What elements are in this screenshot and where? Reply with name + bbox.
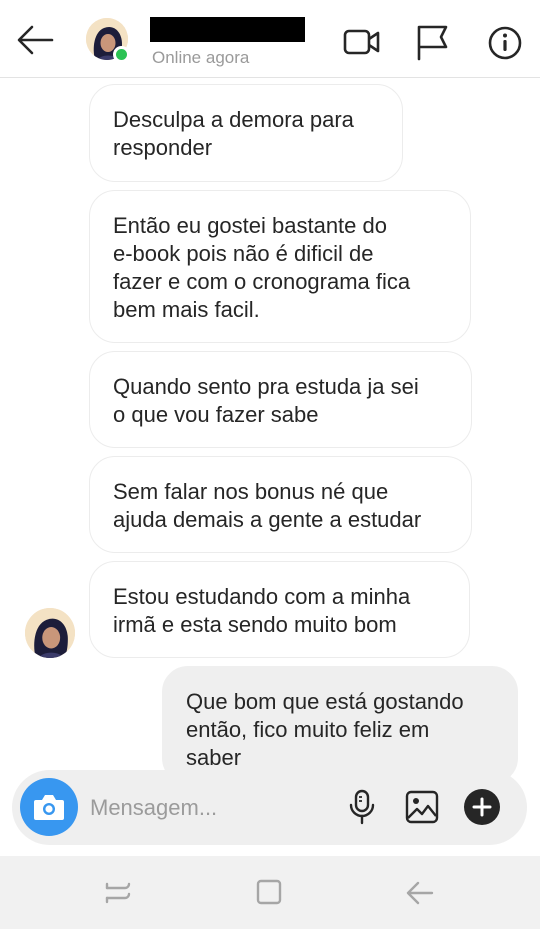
online-status-dot — [113, 46, 130, 63]
message-bubble-incoming[interactable]: Sem falar nos bonus né que ajuda demais … — [89, 456, 472, 553]
plus-circle-icon — [464, 789, 500, 825]
message-bubble-incoming[interactable]: Então eu gostei bastante do e-book pois … — [89, 190, 471, 343]
message-composer — [12, 770, 527, 845]
home-square-icon — [256, 879, 282, 905]
system-navigation-bar — [0, 856, 540, 929]
flag-icon — [417, 25, 448, 61]
sender-avatar[interactable] — [25, 608, 75, 658]
recents-button[interactable] — [101, 878, 135, 908]
message-bubble-incoming[interactable]: Quando sento pra estuda ja sei o que vou… — [89, 351, 472, 448]
voice-message-button[interactable] — [343, 788, 381, 826]
video-camera-icon — [343, 29, 380, 55]
back-arrow-icon — [406, 881, 434, 905]
video-call-button[interactable] — [342, 22, 382, 62]
more-options-button[interactable] — [463, 788, 501, 826]
message-text: Sem falar nos bonus né que ajuda demais … — [113, 479, 422, 532]
message-bubble-incoming[interactable]: Desculpa a demora para responder — [89, 84, 403, 182]
message-text: Que bom que está gostando então, fico mu… — [186, 689, 464, 770]
camera-icon — [34, 795, 64, 820]
arrow-left-icon — [17, 25, 54, 55]
system-back-button[interactable] — [403, 878, 437, 908]
message-input[interactable] — [90, 790, 330, 826]
microphone-icon — [349, 789, 375, 825]
gallery-button[interactable] — [403, 788, 441, 826]
back-button[interactable] — [12, 20, 58, 60]
camera-button[interactable] — [20, 778, 78, 836]
info-icon — [488, 26, 522, 60]
chat-header: Online agora — [0, 0, 540, 78]
message-text: Então eu gostei bastante do e-book pois … — [113, 213, 411, 322]
home-button[interactable] — [252, 878, 286, 908]
message-text: Desculpa a demora para responder — [113, 107, 354, 160]
contact-name[interactable] — [150, 17, 305, 42]
info-button[interactable] — [485, 22, 525, 62]
message-text: Estou estudando com a minha irmã e esta … — [113, 584, 411, 637]
online-status-text: Online agora — [152, 48, 250, 67]
recent-apps-icon — [105, 882, 131, 904]
message-bubble-outgoing[interactable]: Que bom que está gostando então, fico mu… — [162, 666, 518, 784]
report-button[interactable] — [412, 22, 452, 62]
message-text: Quando sento pra estuda ja sei o que vou… — [113, 374, 419, 427]
image-icon — [405, 790, 439, 824]
message-bubble-incoming[interactable]: Estou estudando com a minha irmã e esta … — [89, 561, 470, 658]
